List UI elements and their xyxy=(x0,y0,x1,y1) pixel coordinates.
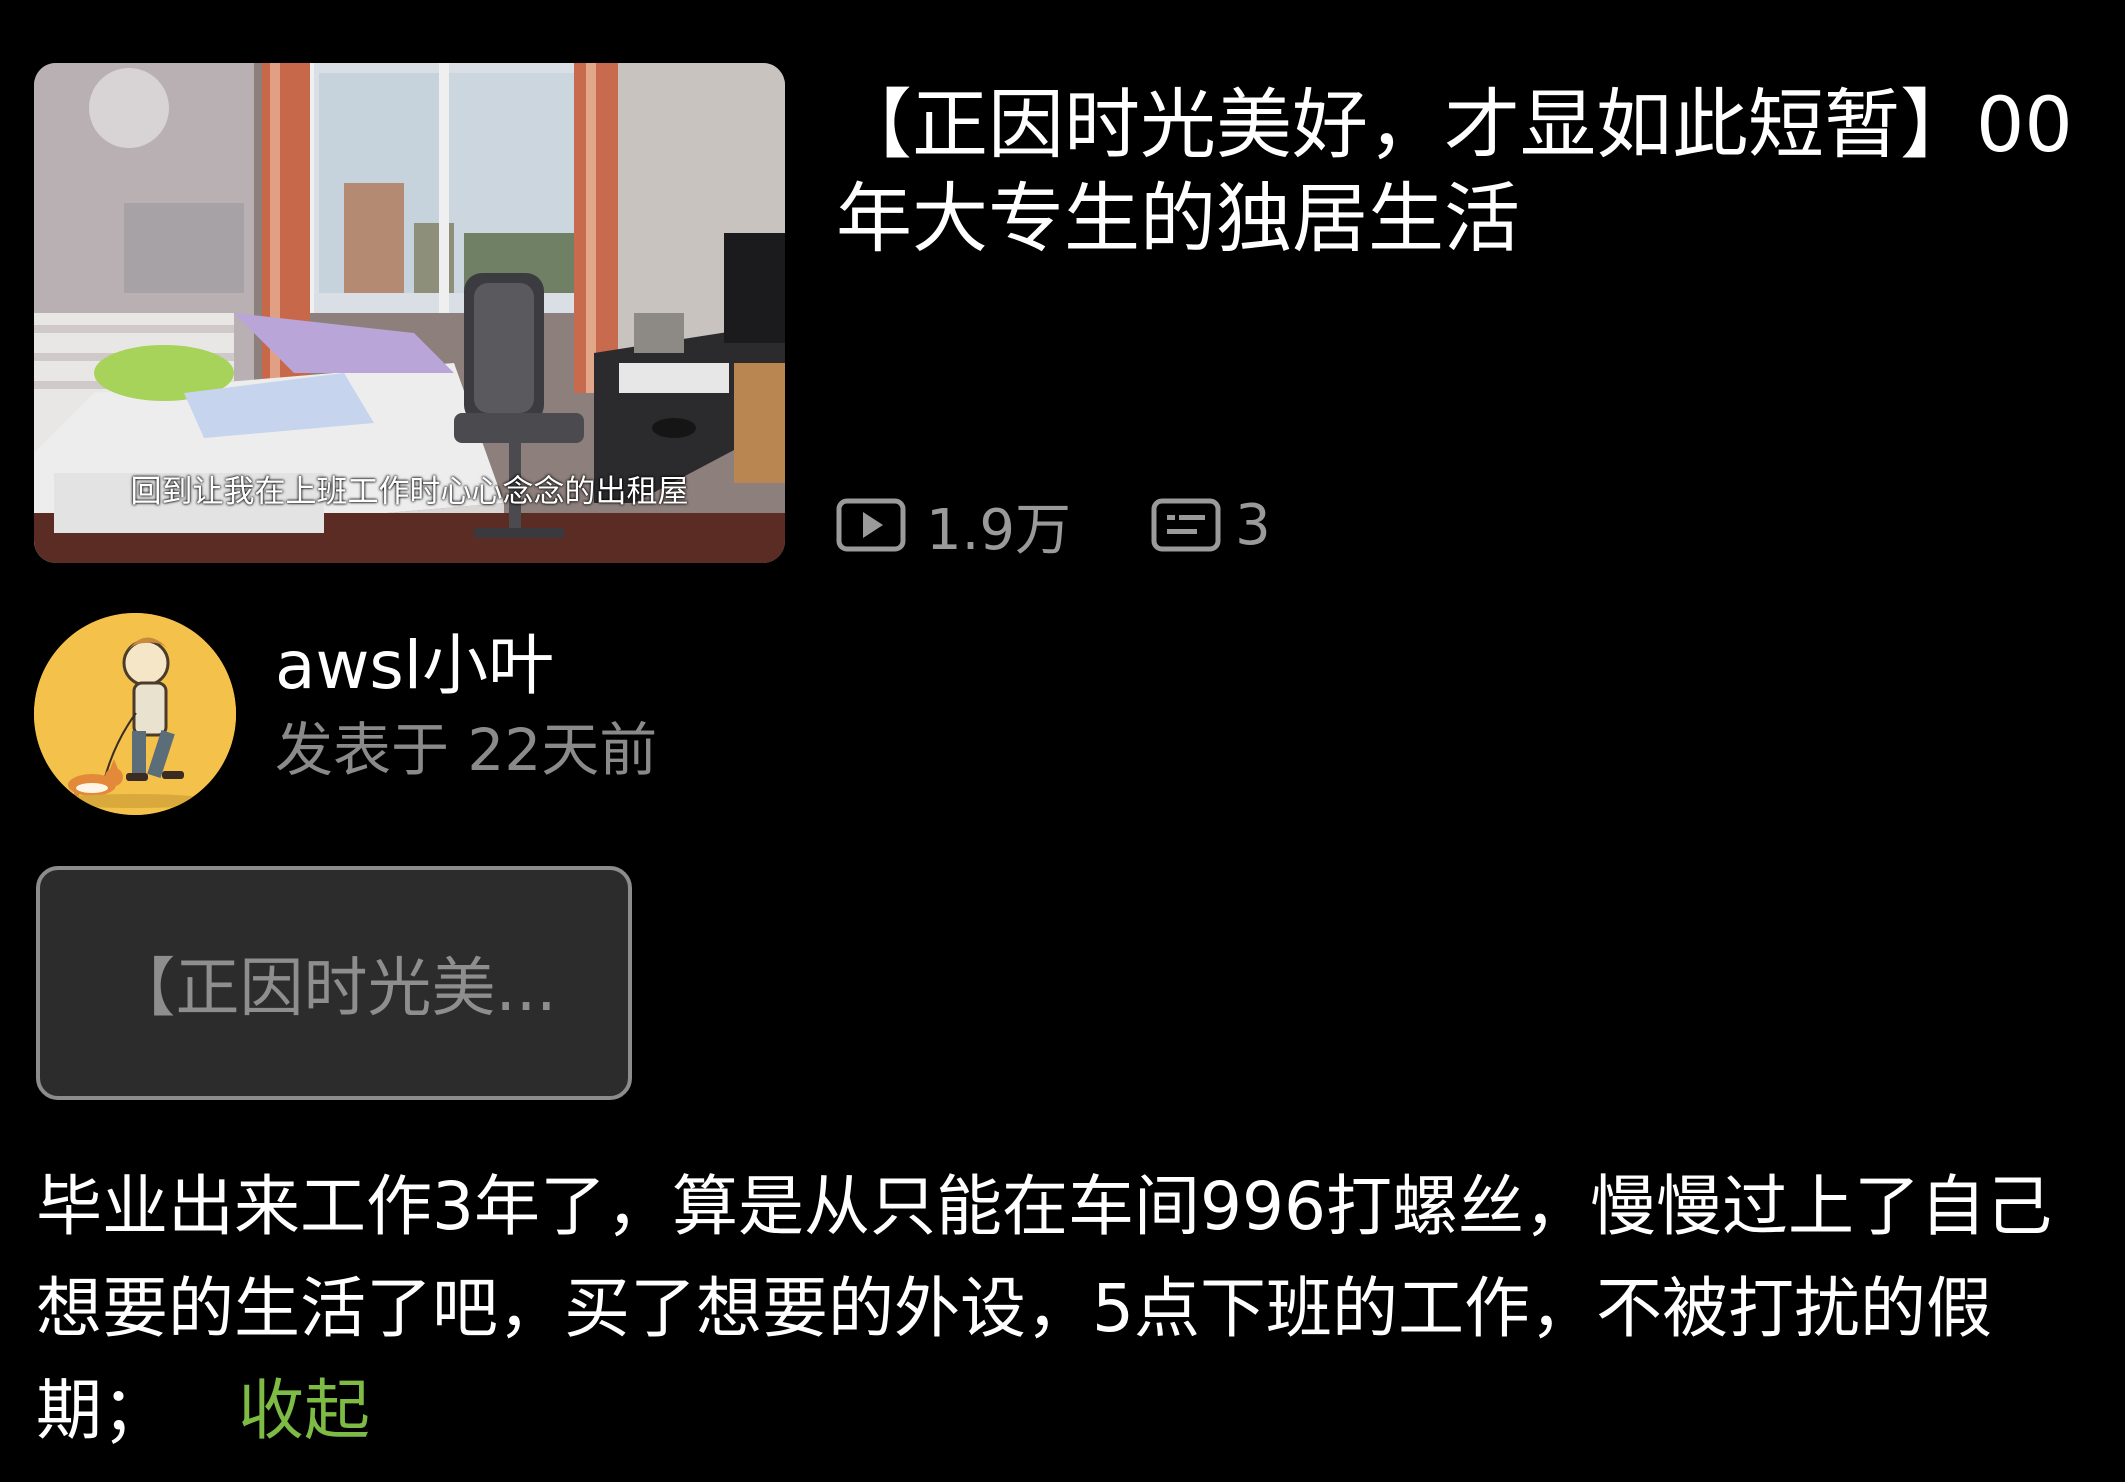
post-time: 发表于 22天前 xyxy=(275,716,658,784)
post-description: 毕业出来工作3年了，算是从只能在车间996打螺丝，慢慢过上了自己想要的生活了吧，… xyxy=(36,1156,2096,1462)
author-name[interactable]: awsl小叶 xyxy=(275,626,554,706)
thumbnail-caption: 回到让我在上班工作时心心念念的出租屋 xyxy=(130,474,689,510)
video-thumbnail[interactable]: 回到让我在上班工作时心心念念的出租屋 xyxy=(34,63,785,563)
view-count: 1.9万 xyxy=(836,485,1071,566)
video-stats: 1.9万 3 xyxy=(836,492,1271,563)
title-chip[interactable]: 【正因时光美... xyxy=(36,866,632,1100)
comment-count: 3 xyxy=(1151,493,1271,558)
avatar-illustration xyxy=(34,613,236,815)
post-detail: 回到让我在上班工作时心心念念的出租屋 【正因时光美好，才显如此短暂】00年大专生… xyxy=(0,0,2125,1482)
author-avatar[interactable] xyxy=(34,613,236,815)
view-count-value: 1.9万 xyxy=(926,497,1072,563)
comment-count-value: 3 xyxy=(1235,492,1271,558)
play-icon xyxy=(836,498,906,552)
video-title[interactable]: 【正因时光美好，才显如此短暂】00年大专生的独居生活 xyxy=(836,78,2096,266)
danmaku-icon xyxy=(1151,498,1221,552)
collapse-link[interactable]: 收起 xyxy=(238,1372,370,1449)
